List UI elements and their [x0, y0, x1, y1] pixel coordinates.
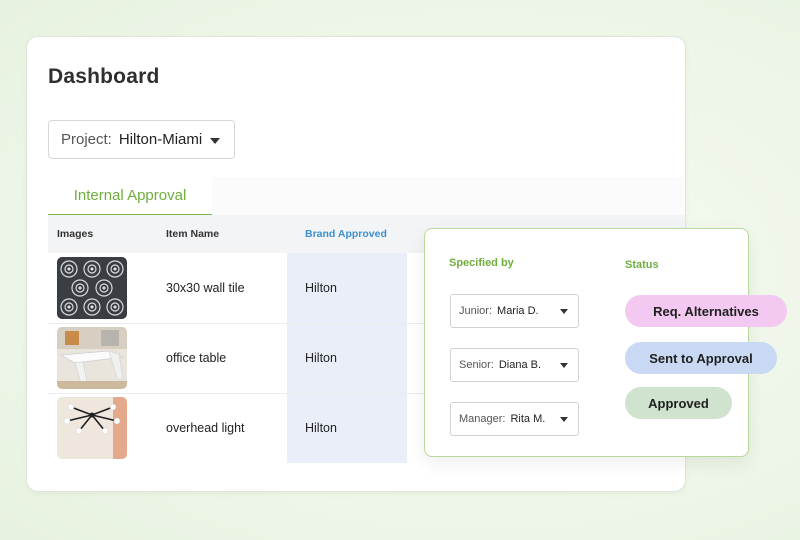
- manager-specifier-select[interactable]: Manager: Rita M.: [450, 402, 579, 436]
- status-pill-sent-to-approval[interactable]: Sent to Approval: [625, 342, 777, 374]
- brand-approved-value: Hilton: [305, 421, 337, 435]
- specifier-label: Junior:: [459, 305, 493, 317]
- item-name: overhead light: [166, 421, 245, 435]
- specifier-value: Maria D.: [497, 305, 539, 317]
- specifier-label: Senior:: [459, 359, 494, 371]
- chevron-down-icon: [560, 363, 568, 368]
- item-name: 30x30 wall tile: [166, 281, 245, 295]
- column-header-item-name: Item Name: [166, 228, 220, 240]
- chevron-down-icon: [560, 417, 568, 422]
- status-pill-approved[interactable]: Approved: [625, 387, 732, 419]
- tab-bar: Internal Approval: [48, 177, 685, 216]
- tile-pattern-image: [57, 257, 127, 319]
- column-header-images: Images: [57, 228, 94, 240]
- specified-by-header: Specified by: [449, 257, 514, 269]
- column-header-brand-approved: Brand Approved: [305, 228, 387, 240]
- specifier-value: Diana B.: [498, 359, 542, 371]
- tab-internal-approval[interactable]: Internal Approval: [48, 177, 212, 216]
- project-select-label: Project:: [61, 131, 112, 148]
- item-name: office table: [166, 351, 227, 365]
- brand-approved-value: Hilton: [305, 281, 337, 295]
- page-title: Dashboard: [48, 65, 160, 88]
- office-table-image: [57, 327, 127, 389]
- junior-specifier-select[interactable]: Junior: Maria D.: [450, 294, 579, 328]
- project-select-value: Hilton-Miami: [118, 131, 203, 148]
- chevron-down-icon: [210, 138, 220, 144]
- senior-specifier-select[interactable]: Senior: Diana B.: [450, 348, 579, 382]
- brand-approved-value: Hilton: [305, 351, 337, 365]
- project-select[interactable]: Project: Hilton-Miami: [48, 120, 235, 159]
- status-header: Status: [625, 259, 659, 271]
- chevron-down-icon: [560, 309, 568, 314]
- overhead-light-image: [57, 397, 127, 459]
- status-pill-req-alternatives[interactable]: Req. Alternatives: [625, 295, 787, 327]
- specifier-value: Rita M.: [510, 413, 546, 425]
- specifier-label: Manager:: [459, 413, 506, 425]
